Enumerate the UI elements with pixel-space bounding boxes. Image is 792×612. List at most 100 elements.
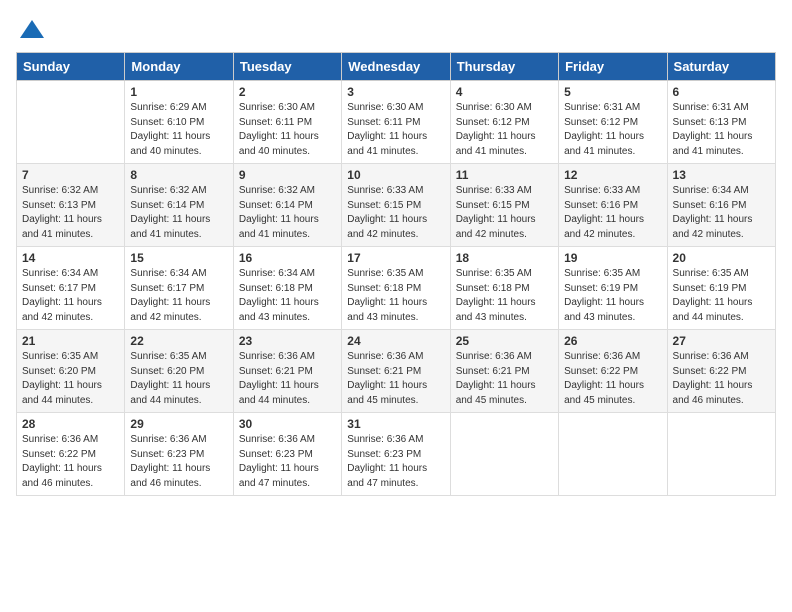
header-cell-monday: Monday [125, 53, 233, 81]
day-info: Sunrise: 6:35 AM Sunset: 6:19 PM Dayligh… [564, 267, 661, 325]
day-info: Sunrise: 6:32 AM Sunset: 6:13 PM Dayligh… [22, 184, 119, 242]
day-number: 19 [564, 251, 661, 265]
day-number: 28 [22, 417, 119, 431]
calendar-cell: 26Sunrise: 6:36 AM Sunset: 6:22 PM Dayli… [559, 330, 667, 413]
calendar-cell: 11 Sunrise: 6:33 AM Sunset: 6:15 PM Dayli… [450, 164, 558, 247]
day-info: Sunrise: 6:36 AM Sunset: 6:21 PM Dayligh… [239, 350, 336, 408]
day-number: 29 [130, 417, 227, 431]
calendar-cell: 9 Sunrise: 6:32 AM Sunset: 6:14 PM Daylig… [233, 164, 341, 247]
day-number: 2 [239, 85, 336, 99]
day-info: Sunrise: 6:30 AM Sunset: 6:12 PM Dayligh… [456, 101, 553, 159]
day-number: 14 [22, 251, 119, 265]
day-info: Sunrise: 6:30 AM Sunset: 6:11 PM Dayligh… [239, 101, 336, 159]
day-info: Sunrise: 6:36 AM Sunset: 6:23 PM Dayligh… [347, 433, 444, 491]
calendar-cell: 14Sunrise: 6:34 AM Sunset: 6:17 PM Dayli… [17, 247, 125, 330]
day-info: Sunrise: 6:35 AM Sunset: 6:18 PM Dayligh… [456, 267, 553, 325]
day-number: 4 [456, 85, 553, 99]
day-info: Sunrise: 6:31 AM Sunset: 6:13 PM Dayligh… [673, 101, 770, 159]
day-number: 7 [22, 168, 119, 182]
day-number: 1 [130, 85, 227, 99]
calendar-cell: 4 Sunrise: 6:30 AM Sunset: 6:12 PM Daylig… [450, 81, 558, 164]
calendar-cell [559, 413, 667, 496]
header-cell-friday: Friday [559, 53, 667, 81]
calendar-week-row: 21 Sunrise: 6:35 AM Sunset: 6:20 PM Dayli… [17, 330, 776, 413]
page-header [16, 16, 776, 44]
day-number: 15 [130, 251, 227, 265]
day-number: 31 [347, 417, 444, 431]
day-info: Sunrise: 6:30 AM Sunset: 6:11 PM Dayligh… [347, 101, 444, 159]
day-number: 18 [456, 251, 553, 265]
calendar-cell: 20Sunrise: 6:35 AM Sunset: 6:19 PM Dayli… [667, 247, 775, 330]
calendar-cell: 25 Sunrise: 6:36 AM Sunset: 6:21 PM Dayli… [450, 330, 558, 413]
calendar-cell: 5 Sunrise: 6:31 AM Sunset: 6:12 PM Daylig… [559, 81, 667, 164]
day-number: 10 [347, 168, 444, 182]
day-info: Sunrise: 6:36 AM Sunset: 6:22 PM Dayligh… [673, 350, 770, 408]
header-cell-tuesday: Tuesday [233, 53, 341, 81]
calendar-cell: 19 Sunrise: 6:35 AM Sunset: 6:19 PM Dayli… [559, 247, 667, 330]
day-info: Sunrise: 6:31 AM Sunset: 6:12 PM Dayligh… [564, 101, 661, 159]
day-info: Sunrise: 6:35 AM Sunset: 6:20 PM Dayligh… [130, 350, 227, 408]
calendar-cell: 29 Sunrise: 6:36 AM Sunset: 6:23 PM Dayli… [125, 413, 233, 496]
calendar-cell: 1 Sunrise: 6:29 AM Sunset: 6:10 PM Daylig… [125, 81, 233, 164]
calendar-header-row: SundayMondayTuesdayWednesdayThursdayFrid… [17, 53, 776, 81]
day-number: 3 [347, 85, 444, 99]
calendar-cell: 16 Sunrise: 6:34 AM Sunset: 6:18 PM Dayli… [233, 247, 341, 330]
day-number: 6 [673, 85, 770, 99]
header-cell-wednesday: Wednesday [342, 53, 450, 81]
day-info: Sunrise: 6:33 AM Sunset: 6:15 PM Dayligh… [347, 184, 444, 242]
calendar-week-row: 28 Sunrise: 6:36 AM Sunset: 6:22 PM Dayli… [17, 413, 776, 496]
calendar-cell: 3 Sunrise: 6:30 AM Sunset: 6:11 PM Daylig… [342, 81, 450, 164]
logo [16, 16, 46, 44]
day-number: 9 [239, 168, 336, 182]
calendar-cell [667, 413, 775, 496]
logo-icon [18, 16, 46, 44]
calendar-cell: 21 Sunrise: 6:35 AM Sunset: 6:20 PM Dayli… [17, 330, 125, 413]
calendar-table: SundayMondayTuesdayWednesdayThursdayFrid… [16, 52, 776, 496]
day-number: 22 [130, 334, 227, 348]
day-number: 8 [130, 168, 227, 182]
calendar-cell: 10 Sunrise: 6:33 AM Sunset: 6:15 PM Dayli… [342, 164, 450, 247]
day-number: 12 [564, 168, 661, 182]
day-info: Sunrise: 6:32 AM Sunset: 6:14 PM Dayligh… [130, 184, 227, 242]
day-number: 13 [673, 168, 770, 182]
day-number: 17 [347, 251, 444, 265]
calendar-cell: 2 Sunrise: 6:30 AM Sunset: 6:11 PM Daylig… [233, 81, 341, 164]
day-info: Sunrise: 6:32 AM Sunset: 6:14 PM Dayligh… [239, 184, 336, 242]
day-info: Sunrise: 6:36 AM Sunset: 6:22 PM Dayligh… [22, 433, 119, 491]
calendar-week-row: 7 Sunrise: 6:32 AM Sunset: 6:13 PM Daylig… [17, 164, 776, 247]
day-number: 25 [456, 334, 553, 348]
day-number: 26 [564, 334, 661, 348]
calendar-cell: 15Sunrise: 6:34 AM Sunset: 6:17 PM Dayli… [125, 247, 233, 330]
calendar-cell: 17 Sunrise: 6:35 AM Sunset: 6:18 PM Dayli… [342, 247, 450, 330]
calendar-cell: 28 Sunrise: 6:36 AM Sunset: 6:22 PM Dayli… [17, 413, 125, 496]
day-number: 27 [673, 334, 770, 348]
day-info: Sunrise: 6:33 AM Sunset: 6:16 PM Dayligh… [564, 184, 661, 242]
calendar-cell: 24Sunrise: 6:36 AM Sunset: 6:21 PM Dayli… [342, 330, 450, 413]
calendar-week-row: 1 Sunrise: 6:29 AM Sunset: 6:10 PM Daylig… [17, 81, 776, 164]
calendar-cell: 7 Sunrise: 6:32 AM Sunset: 6:13 PM Daylig… [17, 164, 125, 247]
day-info: Sunrise: 6:36 AM Sunset: 6:23 PM Dayligh… [130, 433, 227, 491]
day-info: Sunrise: 6:29 AM Sunset: 6:10 PM Dayligh… [130, 101, 227, 159]
day-number: 5 [564, 85, 661, 99]
calendar-cell [17, 81, 125, 164]
day-info: Sunrise: 6:33 AM Sunset: 6:15 PM Dayligh… [456, 184, 553, 242]
calendar-week-row: 14Sunrise: 6:34 AM Sunset: 6:17 PM Dayli… [17, 247, 776, 330]
calendar-cell: 8 Sunrise: 6:32 AM Sunset: 6:14 PM Daylig… [125, 164, 233, 247]
header-cell-sunday: Sunday [17, 53, 125, 81]
day-info: Sunrise: 6:36 AM Sunset: 6:21 PM Dayligh… [347, 350, 444, 408]
day-number: 23 [239, 334, 336, 348]
calendar-cell: 12 Sunrise: 6:33 AM Sunset: 6:16 PM Dayli… [559, 164, 667, 247]
day-info: Sunrise: 6:35 AM Sunset: 6:18 PM Dayligh… [347, 267, 444, 325]
day-info: Sunrise: 6:34 AM Sunset: 6:16 PM Dayligh… [673, 184, 770, 242]
day-info: Sunrise: 6:35 AM Sunset: 6:20 PM Dayligh… [22, 350, 119, 408]
header-cell-thursday: Thursday [450, 53, 558, 81]
day-number: 11 [456, 168, 553, 182]
day-info: Sunrise: 6:36 AM Sunset: 6:23 PM Dayligh… [239, 433, 336, 491]
calendar-cell: 23 Sunrise: 6:36 AM Sunset: 6:21 PM Dayli… [233, 330, 341, 413]
day-number: 16 [239, 251, 336, 265]
day-number: 21 [22, 334, 119, 348]
day-info: Sunrise: 6:36 AM Sunset: 6:21 PM Dayligh… [456, 350, 553, 408]
calendar-cell [450, 413, 558, 496]
day-info: Sunrise: 6:34 AM Sunset: 6:18 PM Dayligh… [239, 267, 336, 325]
calendar-cell: 13 Sunrise: 6:34 AM Sunset: 6:16 PM Dayli… [667, 164, 775, 247]
